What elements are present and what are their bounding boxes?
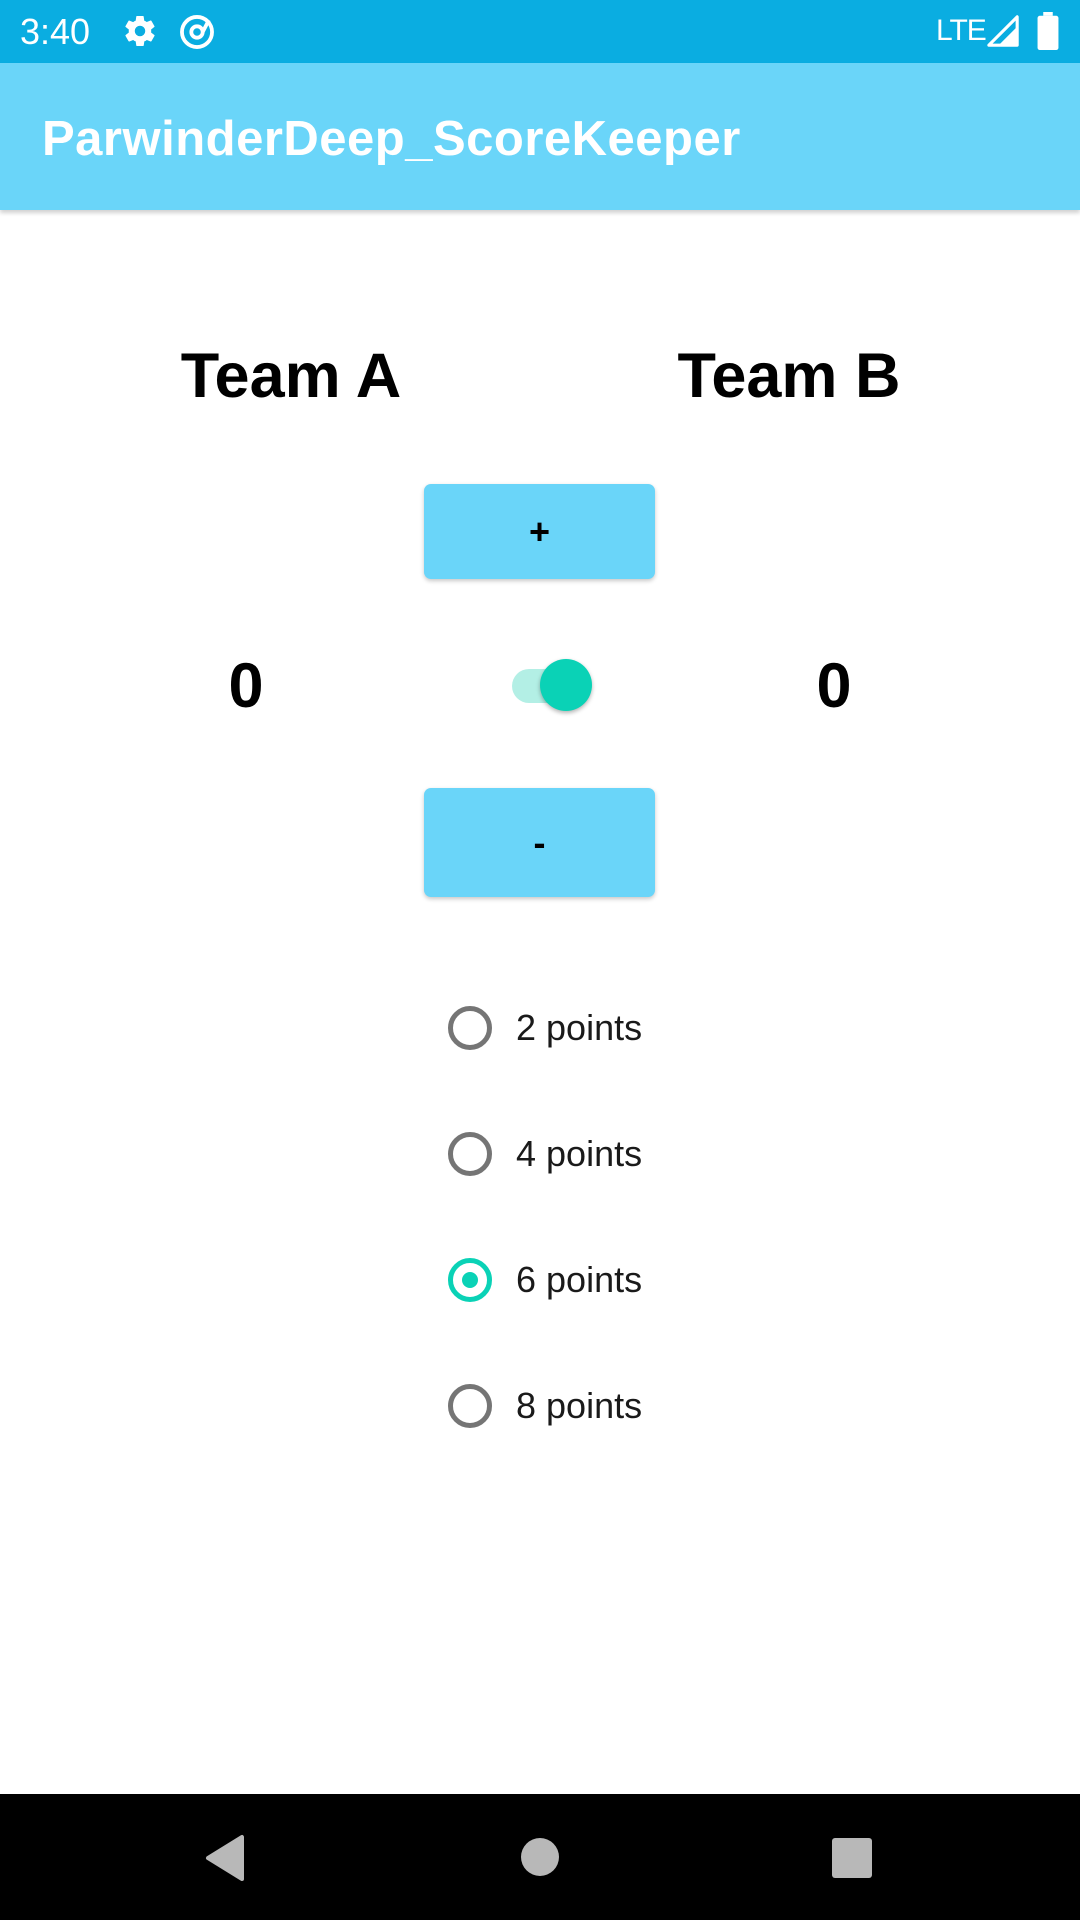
team-a-label: Team A	[180, 341, 402, 411]
app-title: ParwinderDeep_ScoreKeeper	[42, 112, 741, 166]
recents-icon	[832, 1838, 872, 1878]
radio-button	[448, 1384, 492, 1428]
status-time: 3:40	[20, 11, 91, 52]
at-sign-icon	[178, 13, 216, 56]
gear-icon	[122, 13, 158, 54]
increment-button[interactable]: +	[424, 484, 655, 579]
battery-icon	[1036, 12, 1060, 55]
radio-2-points[interactable]: 2 points	[446, 1000, 706, 1064]
radio-label: 4 points	[516, 1133, 643, 1174]
radio-dot	[462, 1272, 478, 1288]
signal-icon	[986, 14, 1020, 53]
decrement-button[interactable]: -	[424, 788, 655, 897]
radio-6-points[interactable]: 6 points	[446, 1252, 706, 1316]
status-bar: 3:40 LTE	[0, 0, 1080, 63]
back-icon	[206, 1835, 244, 1881]
switch-thumb	[540, 659, 592, 711]
team-b-label: Team B	[677, 341, 901, 411]
radio-label: 6 points	[516, 1259, 643, 1300]
recents-button[interactable]	[781, 1794, 921, 1920]
home-button[interactable]	[470, 1794, 610, 1920]
radio-8-points[interactable]: 8 points	[446, 1378, 706, 1442]
radio-4-points[interactable]: 4 points	[446, 1126, 706, 1190]
network-type: LTE	[936, 14, 987, 47]
app-bar: ParwinderDeep_ScoreKeeper	[0, 63, 1080, 210]
radio-button	[448, 1132, 492, 1176]
team-toggle-switch[interactable]	[510, 656, 596, 712]
home-icon	[521, 1838, 559, 1876]
radio-button-checked	[448, 1258, 492, 1302]
radio-label: 8 points	[516, 1385, 643, 1426]
team-b-score: 0	[816, 651, 852, 721]
navigation-bar	[0, 1794, 1080, 1920]
back-button[interactable]	[156, 1794, 296, 1920]
radio-label: 2 points	[516, 1007, 643, 1048]
team-a-score: 0	[228, 651, 264, 721]
radio-button	[448, 1006, 492, 1050]
app-screen: 3:40 LTE ParwinderDeep_ScoreKeeper Team …	[0, 0, 1080, 1920]
